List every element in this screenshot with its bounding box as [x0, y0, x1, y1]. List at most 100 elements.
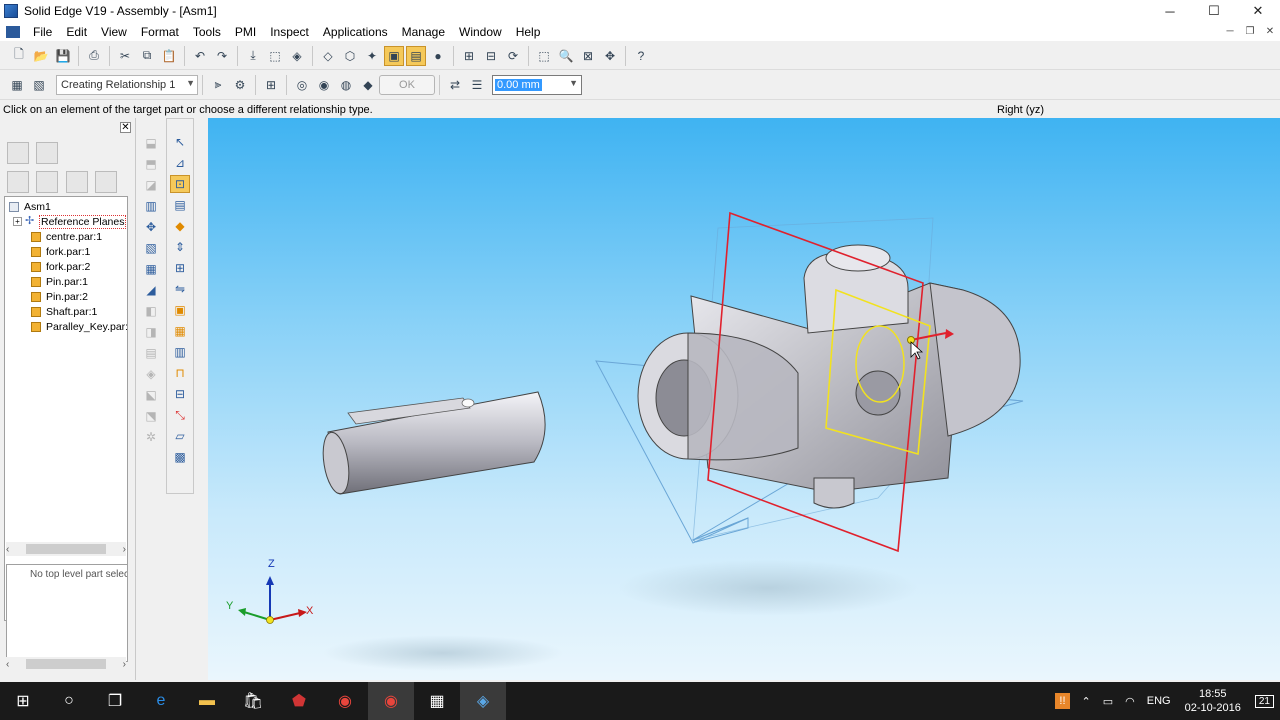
new-icon[interactable]: 🗋: [9, 46, 29, 66]
pattern-icon[interactable]: ⊞: [170, 259, 190, 277]
chevron-left-icon[interactable]: ‹: [6, 659, 9, 670]
solid-edge-app-icon[interactable]: [4, 4, 18, 18]
assembly-icon[interactable]: ▦: [7, 75, 27, 95]
scrollbar-thumb[interactable]: [26, 659, 106, 669]
menu-inspect[interactable]: Inspect: [263, 25, 316, 39]
tool-icon[interactable]: ◈: [141, 365, 161, 383]
named-view-icon[interactable]: ⊞: [459, 46, 479, 66]
zoom-icon[interactable]: 🔍: [556, 46, 576, 66]
expand-icon[interactable]: +: [13, 217, 22, 226]
tree-item-part[interactable]: Shaft.par:1: [5, 304, 127, 319]
pipe-icon[interactable]: ⊓: [170, 364, 190, 382]
app-icon[interactable]: ⬟: [276, 682, 322, 720]
tree-item-part[interactable]: Pin.par:2: [5, 289, 127, 304]
3d-viewport[interactable]: Z Y X: [208, 118, 1280, 680]
explode-icon[interactable]: ▦: [170, 322, 190, 340]
chevron-up-icon[interactable]: ⌃: [1082, 695, 1091, 708]
minimize-button[interactable]: ─: [1148, 0, 1192, 22]
doc-minimize-button[interactable]: ─: [1220, 22, 1240, 41]
tool-icon[interactable]: ✥: [141, 218, 161, 236]
pan-icon[interactable]: ✥: [600, 46, 620, 66]
select-tool-icon[interactable]: ↖: [170, 133, 190, 151]
insert-part-icon[interactable]: ⊡: [170, 175, 190, 193]
select-icon[interactable]: ⬚: [265, 46, 285, 66]
menu-edit[interactable]: Edit: [59, 25, 94, 39]
scrollbar-thumb[interactable]: [26, 544, 106, 554]
shaded-icon[interactable]: ▣: [384, 45, 404, 66]
tab-parts-library-icon[interactable]: [36, 142, 59, 164]
explorer-icon[interactable]: ▬: [184, 682, 230, 720]
tree-item-reference-planes[interactable]: + ✢ Reference Planes: [5, 214, 127, 229]
battery-icon[interactable]: ▭: [1103, 695, 1113, 708]
ok-button[interactable]: OK: [379, 74, 435, 95]
doc-close-button[interactable]: ✕: [1260, 22, 1280, 41]
step1-icon[interactable]: ◎: [292, 75, 312, 95]
tool-icon[interactable]: ⬕: [141, 386, 161, 404]
offset-input[interactable]: 0.00 mm ▼: [492, 74, 582, 95]
save-icon[interactable]: 💾: [53, 46, 73, 66]
tool-icon[interactable]: ⬔: [141, 407, 161, 425]
chevron-right-icon[interactable]: ›: [123, 659, 126, 670]
tool-icon[interactable]: ▤: [141, 344, 161, 362]
rotate-icon[interactable]: ⟳: [503, 46, 523, 66]
solid-edge-icon[interactable]: ◈: [460, 682, 506, 720]
menu-tools[interactable]: Tools: [186, 25, 228, 39]
maximize-button[interactable]: ☐: [1192, 0, 1236, 22]
options-icon[interactable]: ⚙: [230, 75, 250, 95]
step2-icon[interactable]: ◉: [314, 75, 334, 95]
create-part-icon[interactable]: ◆: [170, 217, 190, 235]
redo-icon[interactable]: ↷: [212, 46, 232, 66]
tree-scrollbar[interactable]: ‹ ›: [6, 542, 126, 556]
mate-icon[interactable]: ⊞: [261, 75, 281, 95]
tool-icon[interactable]: ◪: [141, 176, 161, 194]
view-orient-icon[interactable]: ⊟: [481, 46, 501, 66]
info-scrollbar[interactable]: ‹ ›: [6, 657, 126, 671]
hide-icon[interactable]: ◈: [287, 46, 307, 66]
tree-item-part[interactable]: fork.par:1: [5, 244, 127, 259]
print-icon[interactable]: ⎙: [84, 46, 104, 66]
menu-file[interactable]: File: [26, 25, 59, 39]
chevron-left-icon[interactable]: ‹: [6, 544, 9, 555]
tree-item-part[interactable]: centre.par:1: [5, 229, 127, 244]
tray-app-icon[interactable]: !!: [1055, 693, 1070, 709]
grid-icon[interactable]: ⊟: [170, 385, 190, 403]
insert-part-icon[interactable]: ⤓: [243, 46, 263, 66]
step4-icon[interactable]: ◆: [358, 75, 378, 95]
zoom-area-icon[interactable]: ⬚: [534, 46, 554, 66]
task-view-icon[interactable]: ❐: [92, 682, 138, 720]
section-icon[interactable]: ▥: [170, 343, 190, 361]
tool-icon[interactable]: ✲: [141, 428, 161, 446]
undo-icon[interactable]: ↶: [190, 46, 210, 66]
sketch-icon[interactable]: ▱: [170, 427, 190, 445]
tree-item-part[interactable]: Paralley_Key.par:: [5, 319, 127, 334]
tab-assembly-pathfinder-icon[interactable]: [7, 142, 29, 164]
tool-icon[interactable]: ▦: [141, 260, 161, 278]
chrome-icon[interactable]: ◉: [368, 682, 414, 720]
tab-features-icon[interactable]: [7, 171, 29, 193]
tool-icon[interactable]: ◨: [141, 323, 161, 341]
copy-icon[interactable]: ⧉: [137, 46, 157, 66]
doc-restore-button[interactable]: ❐: [1240, 22, 1260, 41]
language-indicator[interactable]: ENG: [1147, 695, 1171, 707]
clock[interactable]: 18:55 02-10-2016: [1185, 687, 1241, 715]
relationship-step-combo[interactable]: Creating Relationship 1 ▼: [56, 74, 198, 95]
wire-view-icon[interactable]: ⬡: [340, 46, 360, 66]
move-part-icon[interactable]: ⇕: [170, 238, 190, 256]
tree-item-asm1[interactable]: Asm1: [5, 199, 127, 214]
menu-format[interactable]: Format: [134, 25, 186, 39]
macro-icon[interactable]: ▩: [170, 448, 190, 466]
tool-icon[interactable]: ⬓: [141, 134, 161, 152]
help-icon[interactable]: ?: [631, 46, 651, 66]
tool-icon[interactable]: ◢: [141, 281, 161, 299]
part-icon[interactable]: ▧: [29, 75, 49, 95]
tree-item-part[interactable]: Pin.par:1: [5, 274, 127, 289]
menu-applications[interactable]: Applications: [316, 25, 395, 39]
offset-type-icon[interactable]: ☰: [467, 75, 487, 95]
edge-icon[interactable]: e: [138, 682, 184, 720]
tab-layers-icon[interactable]: [95, 171, 118, 193]
step3-icon[interactable]: ◍: [336, 75, 356, 95]
shaft-part[interactable]: [319, 391, 546, 495]
store-icon[interactable]: 🛍: [230, 682, 276, 720]
replace-part-icon[interactable]: ▤: [170, 196, 190, 214]
mirror-icon[interactable]: ⇋: [170, 280, 190, 298]
